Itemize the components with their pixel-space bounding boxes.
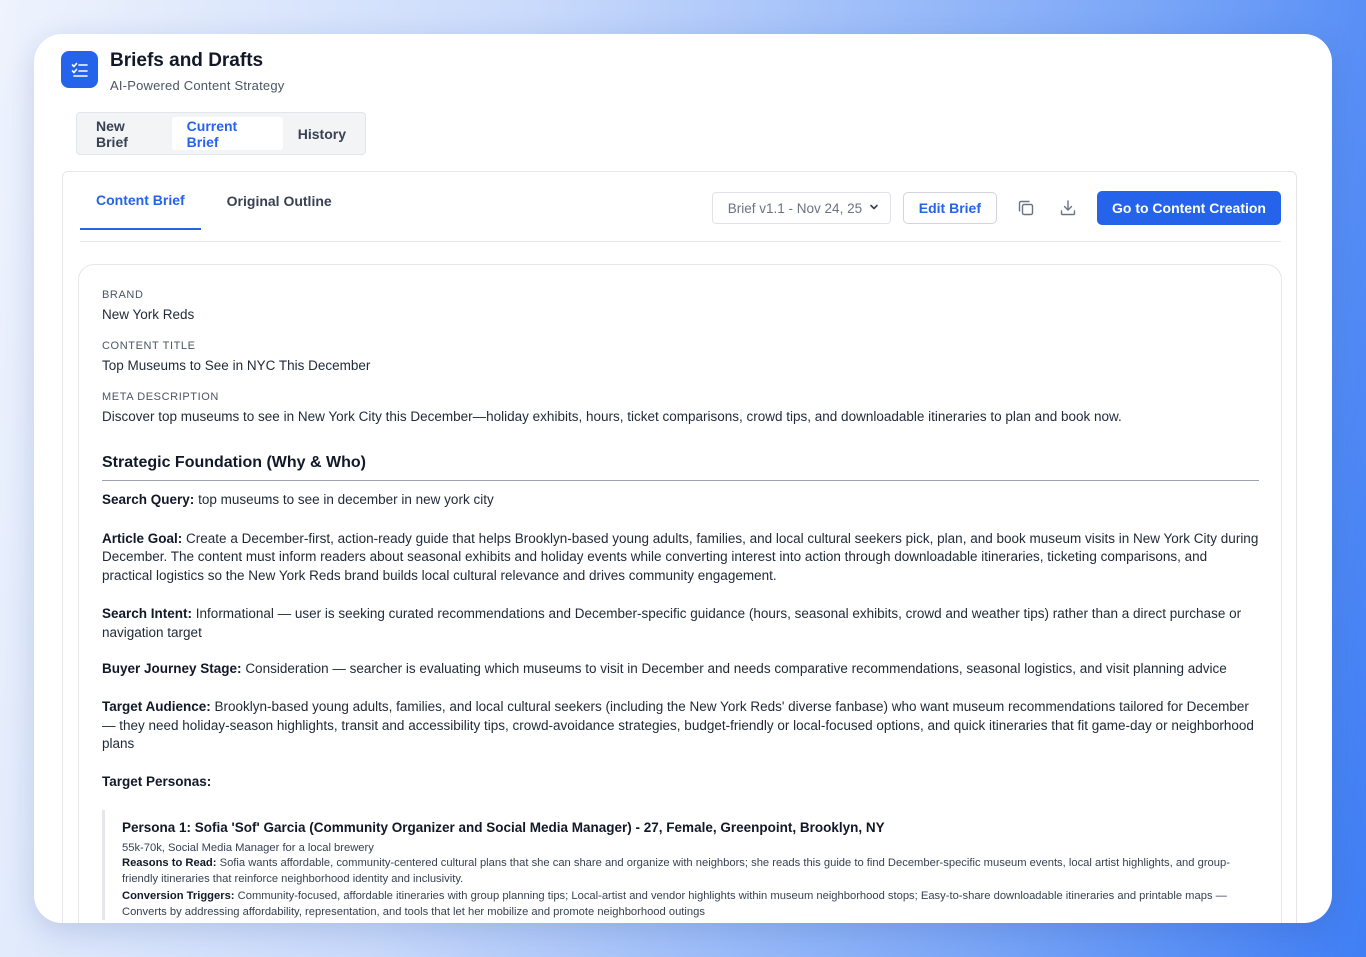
- brand-field: BRAND New York Reds: [102, 289, 1259, 322]
- meta-description-value: Discover top museums to see in New York …: [102, 409, 1122, 424]
- persona-triggers-label: Conversion Triggers:: [122, 890, 235, 903]
- meta-description-label: META DESCRIPTION: [102, 391, 219, 403]
- copy-icon[interactable]: [1013, 192, 1039, 224]
- target-audience-label: Target Audience:: [102, 698, 211, 714]
- search-intent-paragraph: Search Intent: Informational — user is s…: [102, 605, 1259, 642]
- brief-panel: Content Brief Original Outline Brief v1.…: [62, 171, 1297, 923]
- target-personas-label: Target Personas:: [102, 774, 212, 790]
- content-title-value: Top Museums to See in NYC This December: [102, 358, 371, 373]
- section-title-strategic-foundation: Strategic Foundation (Why & Who): [102, 454, 1259, 481]
- target-audience-paragraph: Target Audience: Brooklyn-based young ad…: [102, 698, 1259, 754]
- search-query-value: top museums to see in december in new yo…: [198, 492, 494, 507]
- content-title-field: CONTENT TITLE Top Museums to See in NYC …: [102, 340, 1259, 373]
- persona-title: Persona 1: Sofia 'Sof' Garcia (Community…: [122, 819, 885, 835]
- brand-value: New York Reds: [102, 307, 195, 322]
- tab-current-brief[interactable]: Current Brief: [171, 117, 283, 150]
- search-query-label: Search Query:: [102, 492, 195, 507]
- chevron-down-icon: [868, 201, 880, 216]
- persona-reasons-value: Sofia wants affordable, community-center…: [122, 857, 1230, 885]
- search-query-paragraph: Search Query: top museums to see in dece…: [102, 491, 1259, 510]
- target-audience-value: Brooklyn-based young adults, families, a…: [102, 698, 1254, 752]
- target-personas-paragraph: Target Personas:: [102, 773, 1259, 792]
- app-title: Briefs and Drafts: [110, 50, 264, 71]
- persona-income: 55k-70k, Social Media Manager for a loca…: [122, 841, 374, 854]
- buyer-journey-value: Consideration — searcher is evaluating w…: [245, 661, 1227, 677]
- persona-triggers-value: Community-focused, affordable itinerarie…: [122, 890, 1227, 918]
- article-goal-label: Article Goal:: [102, 530, 183, 546]
- brand-label: BRAND: [102, 289, 144, 301]
- tab-original-outline[interactable]: Original Outline: [211, 172, 348, 230]
- edit-brief-button[interactable]: Edit Brief: [902, 192, 997, 224]
- buyer-journey-label: Buyer Journey Stage:: [102, 661, 242, 677]
- tab-new-brief[interactable]: New Brief: [81, 117, 172, 150]
- search-intent-value: Informational — user is seeking curated …: [102, 605, 1242, 640]
- app-subtitle: AI-Powered Content Strategy: [110, 78, 285, 93]
- persona-card: Persona 1: Sofia 'Sof' Garcia (Community…: [102, 809, 1259, 921]
- tab-history[interactable]: History: [283, 117, 361, 150]
- article-goal-value: Create a December-first, action-ready gu…: [102, 530, 1259, 584]
- tab-content-brief[interactable]: Content Brief: [80, 172, 201, 230]
- brief-toolbar: Brief v1.1 - Nov 24, 25 Edit Brief Go to…: [711, 191, 1281, 225]
- search-intent-label: Search Intent:: [102, 605, 193, 621]
- version-select[interactable]: Brief v1.1 - Nov 24, 25: [711, 192, 891, 224]
- article-goal-paragraph: Article Goal: Create a December-first, a…: [102, 530, 1259, 586]
- app-window: Briefs and Drafts AI-Powered Content Str…: [34, 34, 1332, 923]
- main-tab-bar: New Brief Current Brief History: [76, 112, 366, 155]
- go-to-content-creation-button[interactable]: Go to Content Creation: [1097, 191, 1281, 225]
- sub-tab-divider: [80, 241, 1281, 242]
- checklist-icon: [61, 51, 98, 88]
- sub-tab-bar: Content Brief Original Outline: [80, 172, 358, 230]
- content-title-label: CONTENT TITLE: [102, 340, 196, 352]
- meta-description-field: META DESCRIPTION Discover top museums to…: [102, 391, 1259, 424]
- persona-triggers: Conversion Triggers: Community-focused, …: [122, 889, 1259, 920]
- version-select-value: Brief v1.1 - Nov 24, 25: [727, 200, 863, 216]
- content-brief-card: BRAND New York Reds CONTENT TITLE Top Mu…: [78, 264, 1282, 923]
- buyer-journey-paragraph: Buyer Journey Stage: Consideration — sea…: [102, 660, 1259, 679]
- persona-reasons-label: Reasons to Read:: [122, 857, 217, 870]
- persona-reasons: Reasons to Read: Sofia wants affordable,…: [122, 856, 1259, 887]
- download-icon[interactable]: [1055, 192, 1081, 224]
- app-header: Briefs and Drafts AI-Powered Content Str…: [61, 50, 285, 93]
